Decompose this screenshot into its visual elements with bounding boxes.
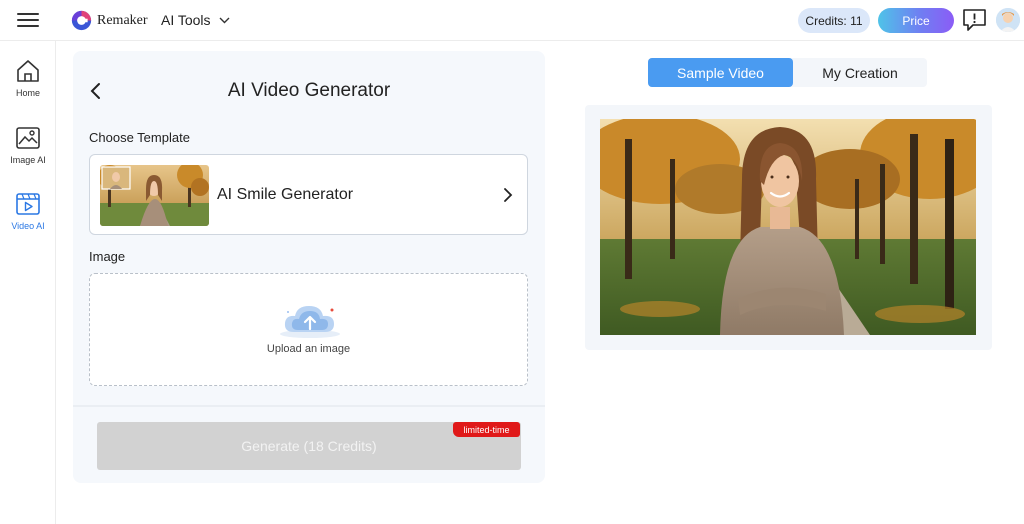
template-name: AI Smile Generator: [217, 186, 354, 203]
choose-template-label: Choose Template: [89, 130, 190, 145]
panel-divider: [73, 405, 545, 407]
upload-text: Upload an image: [266, 343, 351, 355]
price-button[interactable]: Price: [878, 8, 954, 33]
sidebar: Home Image AI Video AI: [0, 41, 56, 524]
preview-tabs: Sample Video My Creation: [648, 58, 927, 87]
cloud-upload-icon: [280, 306, 340, 338]
chevron-down-icon: [219, 17, 230, 23]
sidebar-item-home[interactable]: Home: [0, 58, 56, 114]
ai-tools-label: AI Tools: [161, 12, 211, 28]
sidebar-item-image-ai[interactable]: Image AI: [0, 125, 56, 181]
sample-video-image: [600, 119, 976, 335]
feedback-icon[interactable]: [962, 8, 987, 32]
credits-badge[interactable]: Credits: 11: [798, 8, 870, 33]
user-avatar-icon: [996, 8, 1020, 32]
sidebar-item-label: Video AI: [11, 221, 45, 231]
sidebar-item-video-ai[interactable]: Video AI: [0, 191, 56, 247]
home-icon: [17, 60, 39, 82]
ai-tools-dropdown[interactable]: AI Tools: [161, 12, 230, 28]
limited-time-badge: limited-time: [453, 422, 520, 437]
video-icon: [16, 193, 40, 215]
brand-name[interactable]: Remaker: [97, 13, 148, 29]
template-thumbnail-image: [100, 165, 209, 226]
generator-panel: [73, 51, 545, 483]
template-thumbnail: [100, 165, 209, 226]
top-bar: Remaker AI Tools Credits: 11 Price: [0, 0, 1024, 41]
image-label: Image: [89, 249, 126, 264]
page-title: AI Video Generator: [227, 80, 391, 101]
user-avatar[interactable]: [996, 8, 1020, 32]
hamburger-menu-icon[interactable]: [17, 10, 39, 30]
image-upload-dropzone[interactable]: Upload an image: [89, 273, 528, 386]
image-icon: [16, 127, 40, 149]
tab-sample-video[interactable]: Sample Video: [648, 58, 793, 87]
sidebar-item-label: Home: [15, 88, 40, 98]
chevron-right-icon: [504, 188, 513, 202]
sidebar-item-label: Image AI: [10, 155, 46, 165]
remaker-logo-icon[interactable]: [71, 10, 92, 31]
sample-video-preview[interactable]: [600, 119, 976, 335]
template-selector[interactable]: AI Smile Generator: [89, 154, 528, 235]
tab-my-creation[interactable]: My Creation: [793, 58, 927, 87]
